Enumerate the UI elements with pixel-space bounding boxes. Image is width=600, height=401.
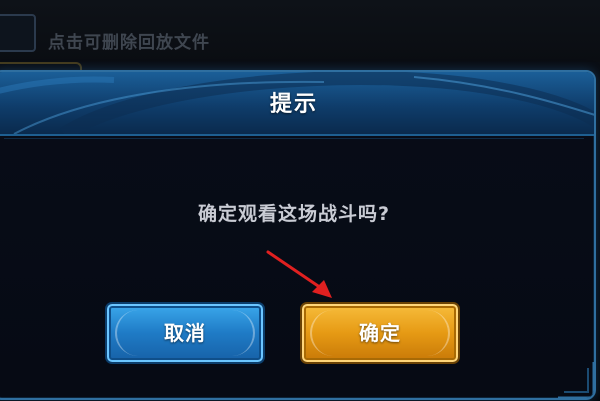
background-hint-text: 点击可删除回放文件 <box>48 33 210 53</box>
red-arrow-icon <box>266 250 332 298</box>
confirm-button[interactable]: 确定 <box>302 304 458 362</box>
dialog-header: 提示 <box>0 72 594 136</box>
background-tab-button <box>0 14 36 52</box>
header-divider <box>4 138 584 139</box>
cancel-button[interactable]: 取消 <box>107 304 263 362</box>
confirm-dialog: 提示 确定观看这场战斗吗? 取消 确定 <box>0 70 596 400</box>
dialog-message: 确定观看这场战斗吗? <box>197 203 391 225</box>
game-screen: 点击可删除回放文件 提示 确定观看这场战斗吗? 取消 确定 <box>0 0 600 401</box>
corner-decoration <box>558 362 594 398</box>
confirm-button-label: 确定 <box>359 321 401 345</box>
dialog-title: 提示 <box>269 92 318 117</box>
cancel-button-label: 取消 <box>164 321 206 345</box>
